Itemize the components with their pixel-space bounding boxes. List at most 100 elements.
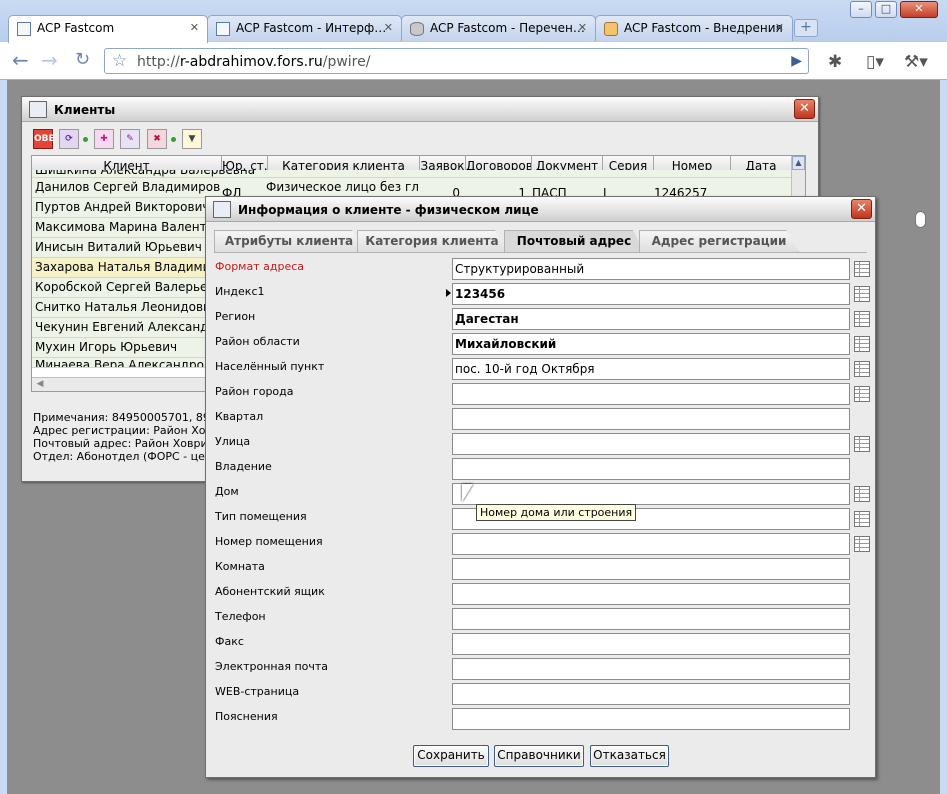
lookup-icon[interactable] bbox=[854, 311, 870, 327]
field-input[interactable] bbox=[452, 383, 850, 405]
tab-implementations[interactable]: ACP Fastcom - Внедрения ✕ bbox=[595, 15, 793, 41]
close-icon[interactable]: ✕ bbox=[578, 21, 587, 34]
delete-user-icon[interactable]: ✖ bbox=[147, 129, 167, 149]
field-label: Дом bbox=[215, 485, 239, 498]
obe-button[interactable]: OBE bbox=[33, 129, 55, 149]
wrench-icon[interactable]: ⚒▾ bbox=[904, 52, 928, 72]
form-row: Индекс1 123456 bbox=[215, 283, 875, 305]
tab-client-attributes[interactable]: Атрибуты клиента bbox=[214, 230, 364, 252]
cancel-button[interactable]: Отказаться bbox=[590, 745, 669, 767]
separator-dot bbox=[171, 137, 176, 142]
field-input[interactable]: Михайловский bbox=[452, 333, 850, 355]
field-input[interactable] bbox=[452, 608, 850, 630]
field-input[interactable] bbox=[452, 483, 850, 505]
mouse-icon bbox=[915, 211, 926, 228]
note-line: Примечания: 84950005701, 89104 bbox=[33, 411, 231, 424]
page-icon bbox=[17, 22, 31, 36]
scroll-left-icon[interactable]: ◀ bbox=[33, 379, 47, 390]
field-input[interactable] bbox=[452, 433, 850, 455]
field-input[interactable]: 123456 bbox=[452, 283, 850, 305]
tab-client-category[interactable]: Категория клиента bbox=[357, 230, 507, 252]
lookup-icon[interactable] bbox=[854, 261, 870, 277]
form-row: Населённый пункт пос. 10-й год Октября bbox=[215, 358, 875, 380]
star-icon[interactable]: ☆ bbox=[112, 51, 127, 71]
form-row: Владение bbox=[215, 458, 875, 480]
field-input[interactable]: пос. 10-й год Октября bbox=[452, 358, 850, 380]
field-input[interactable]: Дагестан bbox=[452, 308, 850, 330]
scroll-up-icon[interactable]: ▲ bbox=[792, 156, 805, 170]
form-icon bbox=[216, 22, 230, 36]
close-icon[interactable]: ✕ bbox=[190, 21, 199, 34]
field-input[interactable] bbox=[452, 658, 850, 680]
field-input[interactable] bbox=[452, 458, 850, 480]
field-input[interactable] bbox=[452, 683, 850, 705]
window-title: Клиенты bbox=[54, 103, 116, 117]
dialog-titlebar[interactable]: Информация о клиенте - физическом лице ✕ bbox=[206, 197, 875, 222]
reload-icon[interactable]: ↻ bbox=[75, 50, 90, 70]
client-info-dialog: Информация о клиенте - физическом лице ✕… bbox=[205, 196, 876, 778]
tab-acp-fastcom[interactable]: ACP Fastcom ✕ bbox=[8, 15, 208, 43]
maximize-button[interactable]: □ bbox=[875, 1, 897, 18]
form-row: Абонентский ящик bbox=[215, 583, 875, 605]
edit-user-icon[interactable]: ✎ bbox=[120, 129, 140, 149]
field-label: Населённый пункт bbox=[215, 360, 325, 373]
field-label: Номер помещения bbox=[215, 535, 323, 548]
tab-list[interactable]: ACP Fastcom - Перечен… ✕ bbox=[401, 15, 596, 41]
field-input[interactable] bbox=[452, 708, 850, 730]
dialog-title: Информация о клиенте - физическом лице bbox=[238, 203, 539, 217]
forward-icon[interactable]: → bbox=[41, 50, 58, 70]
form-icon bbox=[29, 101, 47, 118]
field-input[interactable] bbox=[452, 633, 850, 655]
lookup-icon[interactable] bbox=[854, 336, 870, 352]
close-icon[interactable]: ✕ bbox=[775, 21, 784, 34]
field-label: WEB-страница bbox=[215, 685, 300, 698]
table-row[interactable]: Шишкина Александра Валерьевна bbox=[32, 170, 794, 178]
close-button[interactable]: ✕ bbox=[794, 99, 815, 119]
field-label: Тип помещения bbox=[215, 510, 307, 523]
table-row[interactable]: Данилов Сергей ВладимировичФЛ Физическое … bbox=[32, 178, 794, 198]
close-button[interactable]: ✕ bbox=[851, 199, 872, 219]
save-button[interactable]: Сохранить bbox=[413, 745, 489, 767]
add-user-icon[interactable]: ✚ bbox=[94, 129, 114, 149]
field-label: Район города bbox=[215, 385, 294, 398]
cursor-icon bbox=[462, 484, 473, 502]
lookup-icon[interactable] bbox=[854, 486, 870, 502]
back-icon[interactable]: ← bbox=[12, 50, 29, 70]
lookup-icon[interactable] bbox=[854, 536, 870, 552]
window-frame-right bbox=[940, 80, 947, 794]
filter-icon[interactable]: ▼ bbox=[182, 129, 202, 149]
go-icon[interactable]: ▶ bbox=[791, 53, 802, 69]
field-input[interactable]: Структурированный bbox=[452, 258, 850, 280]
close-window-button[interactable]: ✕ bbox=[900, 1, 938, 18]
address-bar[interactable]: ☆ http://r-abdrahimov.fors.ru/pwire/ ▶ bbox=[104, 48, 809, 74]
database-icon bbox=[410, 22, 424, 36]
tab-registration-address[interactable]: Адрес регистрации bbox=[639, 230, 799, 252]
minimize-button[interactable]: – bbox=[850, 1, 872, 18]
new-tab-button[interactable]: + bbox=[794, 19, 818, 37]
tab-postal-address[interactable]: Почтовый адрес bbox=[504, 230, 644, 252]
form-row: Факс bbox=[215, 633, 875, 655]
form-row: Улица bbox=[215, 433, 875, 455]
dialog-tabs: Атрибуты клиента Категория клиента Почто… bbox=[214, 230, 864, 252]
field-input[interactable] bbox=[452, 533, 850, 555]
field-input[interactable] bbox=[452, 558, 850, 580]
field-input[interactable] bbox=[452, 408, 850, 430]
tab-interface[interactable]: ACP Fastcom - Интерф… ✕ bbox=[207, 15, 402, 41]
lookup-icon[interactable] bbox=[854, 361, 870, 377]
field-input[interactable] bbox=[452, 583, 850, 605]
field-label: Индекс1 bbox=[215, 285, 265, 298]
clients-window-titlebar[interactable]: Клиенты ✕ bbox=[22, 97, 818, 122]
field-label: Квартал bbox=[215, 410, 264, 423]
note-line: Адрес регистрации: Район Ховрин bbox=[33, 424, 234, 437]
page-menu-icon[interactable]: ▯▾ bbox=[866, 52, 884, 72]
lookup-icon[interactable] bbox=[854, 436, 870, 452]
lookup-icon[interactable] bbox=[854, 386, 870, 402]
lookup-icon[interactable] bbox=[854, 286, 870, 302]
bug-icon[interactable]: ✱ bbox=[828, 52, 842, 72]
refresh-icon[interactable]: ⟳ bbox=[59, 129, 79, 149]
references-button[interactable]: Справочники bbox=[494, 745, 584, 767]
close-icon[interactable]: ✕ bbox=[384, 21, 393, 34]
lookup-icon[interactable] bbox=[854, 511, 870, 527]
field-label: Комната bbox=[215, 560, 265, 573]
tab-title: ACP Fastcom - Интерф… bbox=[236, 21, 387, 35]
